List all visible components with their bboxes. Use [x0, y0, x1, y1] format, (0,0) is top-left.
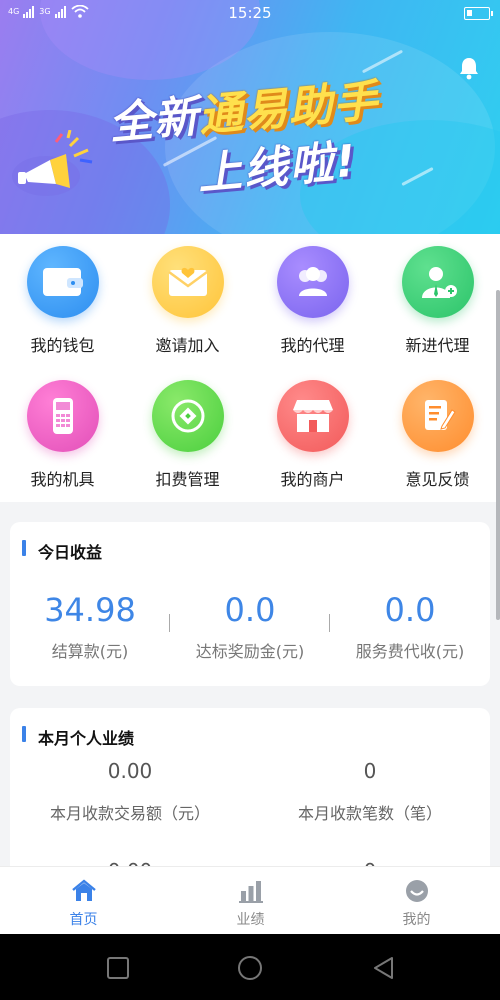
- status-clock: 15:25: [228, 4, 272, 22]
- battery-icon: [464, 7, 493, 20]
- feature-item[interactable]: 我的机具: [0, 368, 125, 498]
- feature-label: 扣费管理: [155, 470, 220, 489]
- pos-device-icon: [27, 380, 99, 452]
- wallet-icon: [27, 246, 99, 318]
- feature-item[interactable]: 邀请加入: [125, 234, 250, 364]
- back-triangle-icon[interactable]: [372, 956, 396, 982]
- perf-value: 0.00: [107, 759, 153, 783]
- feature-item[interactable]: 我的代理: [250, 234, 375, 364]
- performance-title: 本月个人业绩: [38, 729, 135, 748]
- feature-label: 新进代理: [405, 336, 470, 355]
- income-label: 达标奖励金(元): [195, 642, 305, 661]
- feature-item[interactable]: 新进代理: [375, 234, 500, 364]
- income-label: 服务费代收(元): [355, 642, 465, 661]
- section-accent-bar: [22, 540, 26, 556]
- feature-item[interactable]: 意见反馈: [375, 368, 500, 498]
- perf-trade-count[interactable]: 0 本月收款笔数（笔）: [250, 758, 490, 824]
- tab-performance[interactable]: 业绩: [167, 867, 334, 935]
- feature-label: 我的代理: [280, 336, 345, 355]
- income-settlement[interactable]: 34.98 结算款(元): [10, 590, 170, 662]
- income-service-fee[interactable]: 0.0 服务费代收(元): [330, 590, 490, 662]
- home-circle-icon[interactable]: [236, 956, 264, 984]
- feature-grid: 我的钱包 邀请加入 我的代理 新进代理我的机具 扣费管理 我的商户 意见反馈: [0, 234, 500, 502]
- income-value: 34.98: [44, 591, 136, 629]
- today-income-card: 今日收益 34.98 结算款(元) 0.0 达标奖励金(元) 0.0 服务费代收…: [10, 522, 490, 686]
- feature-item[interactable]: 我的钱包: [0, 234, 125, 364]
- headline-line1-prefix: 全新: [106, 91, 201, 150]
- feature-label: 我的机具: [30, 470, 95, 489]
- section-accent-bar: [22, 726, 26, 742]
- invite-envelope-icon: [152, 246, 224, 318]
- new-agent-icon: [402, 246, 474, 318]
- profile-face-icon: [406, 880, 428, 902]
- recent-apps-icon[interactable]: [106, 956, 130, 980]
- status-bar: 4G 3G 15:25: [0, 0, 500, 26]
- tab-label: 我的: [402, 912, 431, 928]
- income-label: 结算款(元): [51, 642, 129, 661]
- perf-value: 0: [363, 759, 377, 783]
- fee-coin-icon: [152, 380, 224, 452]
- perf-label: 本月收款交易额（元）: [49, 804, 210, 823]
- feature-label: 我的商户: [280, 470, 345, 489]
- home-icon: [72, 879, 96, 901]
- income-title: 今日收益: [38, 543, 103, 562]
- agents-group-icon: [277, 246, 349, 318]
- system-nav-bar: [0, 934, 500, 1000]
- shop-icon: [277, 380, 349, 452]
- feedback-icon: [402, 380, 474, 452]
- perf-label: 本月收款笔数（笔）: [297, 804, 442, 823]
- perf-trade-amount[interactable]: 0.00 本月收款交易额（元）: [10, 758, 250, 824]
- bottom-tab-bar: 首页 业绩 我的: [0, 866, 500, 934]
- tab-label: 首页: [69, 912, 98, 928]
- tab-profile[interactable]: 我的: [333, 867, 500, 935]
- bar-chart-icon: [239, 881, 263, 903]
- scrollbar-thumb[interactable]: [496, 290, 500, 620]
- app-screen: 4G 3G 15:25 全新通易助手 上线啦! 我的钱包 邀请加入 我的代理 新…: [0, 0, 500, 1000]
- tab-home[interactable]: 首页: [0, 867, 167, 935]
- promo-banner[interactable]: 4G 3G 15:25 全新通易助手 上线啦!: [0, 0, 500, 234]
- feature-item[interactable]: 扣费管理: [125, 368, 250, 498]
- feature-label: 我的钱包: [30, 336, 95, 355]
- income-reward[interactable]: 0.0 达标奖励金(元): [170, 590, 330, 662]
- income-value: 0.0: [224, 591, 276, 629]
- monthly-performance-card: 本月个人业绩 0.00 本月收款交易额（元） 0 本月收款笔数（笔） 0.00 …: [10, 708, 490, 888]
- feature-label: 邀请加入: [155, 336, 220, 355]
- feature-item[interactable]: 我的商户: [250, 368, 375, 498]
- income-value: 0.0: [384, 591, 436, 629]
- tab-label: 业绩: [236, 912, 265, 928]
- megaphone-icon: [12, 130, 93, 196]
- feature-label: 意见反馈: [405, 470, 470, 489]
